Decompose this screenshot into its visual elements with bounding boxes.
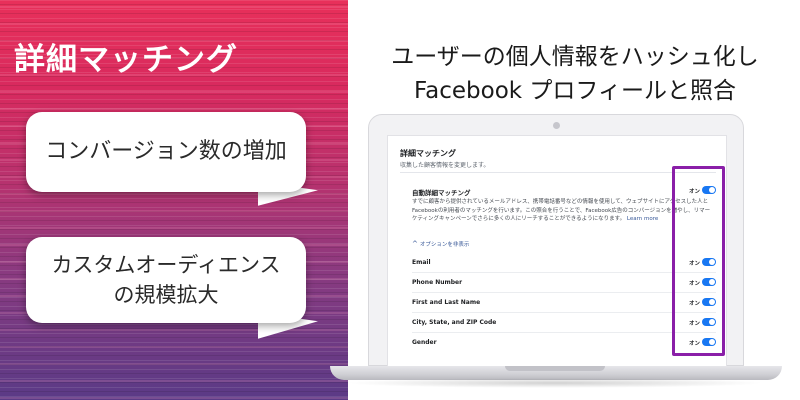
laptop-notch — [505, 366, 605, 371]
row-city: City, State, and ZIP Code オン — [412, 316, 716, 330]
hide-options-link[interactable]: ^ オプションを非表示 — [412, 240, 469, 248]
settings-title: 詳細マッチング — [400, 149, 456, 158]
row-divider — [412, 332, 716, 333]
promo-panel: 詳細マッチング コンバージョン数の増加 カスタムオーディエンス の規模拡大 — [0, 0, 348, 400]
learn-more-link[interactable]: Learn more — [627, 216, 658, 222]
row-divider — [412, 292, 716, 293]
row-label-email: Email — [412, 259, 431, 266]
speech-bubble-audience: カスタムオーディエンス の規模拡大 — [26, 237, 306, 323]
bubble2-line2: の規模拡大 — [113, 283, 219, 307]
headline: ユーザーの個人情報をハッシュ化し Facebook プロフィールと照合 — [350, 40, 800, 108]
headline-line2: Facebook プロフィールと照合 — [414, 78, 736, 104]
camera-icon — [553, 122, 560, 129]
row-divider — [412, 272, 716, 273]
row-email: Email オン — [412, 256, 716, 270]
chevron-up-icon: ^ — [412, 240, 418, 248]
settings-subtitle: 収集した顧客情報を変更します。 — [400, 162, 490, 169]
speech-bubble-conversions: コンバージョン数の増加 — [26, 112, 306, 192]
laptop-shadow — [345, 378, 765, 388]
auto-matching-description: すでに顧客から提供されているメールアドレス、携帯電話番号などの情報を使用して、ウ… — [412, 199, 711, 222]
promo-title: 詳細マッチング — [14, 42, 238, 78]
row-name: First and Last Name オン — [412, 296, 716, 310]
row-divider — [412, 312, 716, 313]
divider — [400, 172, 716, 173]
row-label-city: City, State, and ZIP Code — [412, 319, 497, 326]
toggle-highlight-box — [672, 166, 725, 356]
row-gender: Gender オン — [412, 336, 716, 350]
bubble2-line1: カスタムオーディエンス — [51, 253, 281, 277]
row-phone: Phone Number オン — [412, 276, 716, 290]
row-label-phone: Phone Number — [412, 279, 463, 286]
row-label-name: First and Last Name — [412, 299, 481, 306]
headline-line1: ユーザーの個人情報をハッシュ化し — [391, 44, 759, 70]
auto-matching-label: 自動詳細マッチング — [412, 189, 471, 197]
row-label-gender: Gender — [412, 339, 437, 346]
